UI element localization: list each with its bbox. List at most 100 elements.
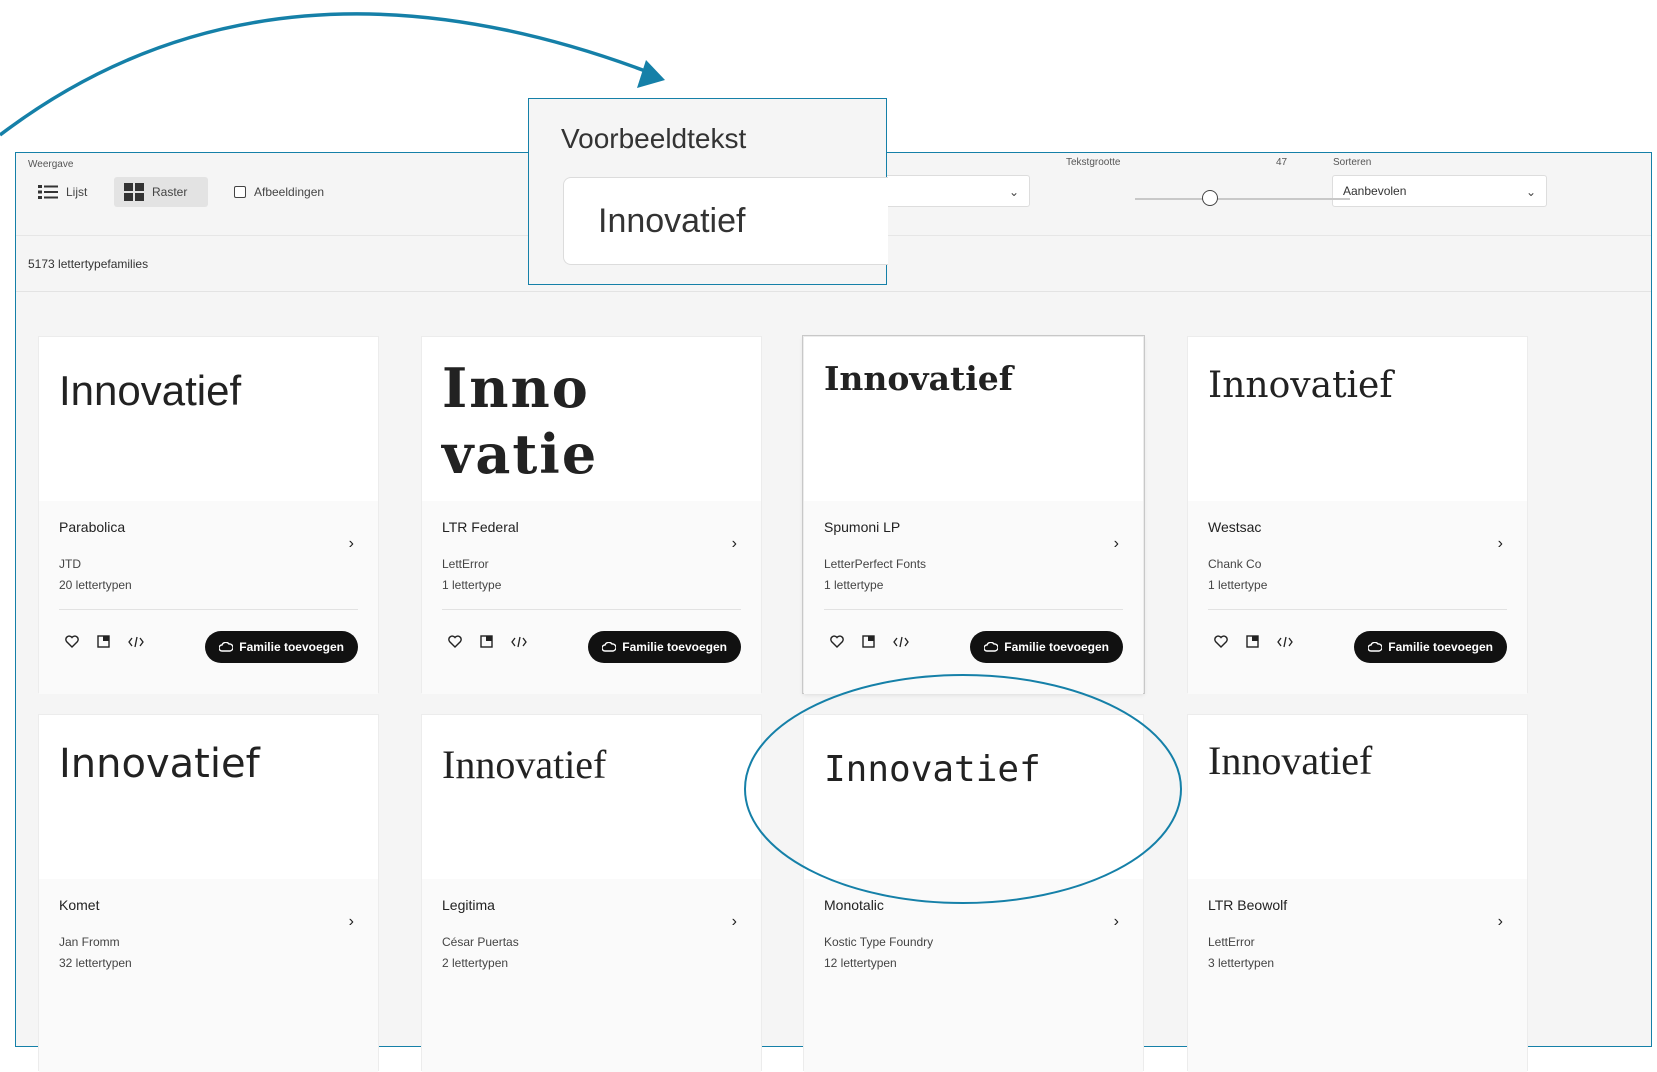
chevron-right-icon[interactable]: ›	[1114, 535, 1119, 553]
font-preview: Innovatief	[804, 337, 1143, 501]
code-icon[interactable]	[893, 636, 909, 648]
images-toggle[interactable]: Afbeeldingen	[224, 177, 334, 207]
font-preview: Innovatief	[1188, 715, 1527, 879]
grid-icon	[124, 183, 144, 201]
creative-cloud-icon	[602, 642, 617, 652]
sample-text-label: Voorbeeldtekst	[561, 123, 747, 154]
card-actions	[1214, 635, 1293, 648]
copy-icon[interactable]	[480, 635, 493, 648]
grid-view-label: Raster	[152, 185, 188, 199]
add-family-button[interactable]: Familie toevoegen	[205, 631, 358, 663]
chevron-right-icon[interactable]: ›	[1498, 913, 1503, 931]
font-name: Monotalic	[824, 897, 884, 913]
font-info: Komet › Jan Fromm 32 lettertypen	[39, 879, 378, 1072]
images-checkbox[interactable]	[234, 186, 246, 198]
card-actions	[448, 635, 527, 648]
divider	[59, 609, 358, 610]
font-card-spumoni-lp[interactable]: Innovatief Spumoni LP › LetterPerfect Fo…	[803, 336, 1144, 694]
font-name: Parabolica	[59, 519, 126, 535]
chevron-right-icon[interactable]: ›	[1114, 913, 1119, 931]
chevron-down-icon: ⌄	[1008, 185, 1019, 199]
font-card-westsac[interactable]: Innovatief Westsac › Chank Co 1 letterty…	[1187, 336, 1528, 694]
sort-label: Sorteren	[1333, 157, 1372, 168]
divider	[442, 609, 741, 610]
font-count: 1 lettertype	[824, 578, 884, 592]
font-info: Spumoni LP › LetterPerfect Fonts 1 lette…	[804, 501, 1143, 694]
chevron-right-icon[interactable]: ›	[732, 913, 737, 931]
list-view-button[interactable]: Lijst	[28, 177, 97, 207]
grid-view-button[interactable]: Raster	[114, 177, 208, 207]
font-card-parabolica[interactable]: Innovatief Parabolica › JTD 20 lettertyp…	[38, 336, 379, 694]
foundry-name: LettError	[1208, 935, 1255, 949]
sample-text-input[interactable]: Innovatief	[563, 177, 888, 265]
chevron-right-icon[interactable]: ›	[349, 535, 354, 553]
sort-value: Aanbevolen	[1343, 184, 1407, 198]
creative-cloud-icon	[984, 642, 999, 652]
font-name: Westsac	[1208, 519, 1262, 535]
text-size-slider[interactable]	[1135, 198, 1350, 200]
sample-text-zoom-callout: Voorbeeldtekst Innovatief	[528, 98, 888, 285]
font-preview: Inno vatie	[422, 337, 761, 501]
sample-text-line2: vatie	[442, 422, 599, 486]
add-family-button[interactable]: Familie toevoegen	[970, 631, 1123, 663]
font-card-legitima[interactable]: Innovatief Legitima › César Puertas 2 le…	[421, 714, 762, 1072]
font-card-komet[interactable]: Innovatief Komet › Jan Fromm 32 letterty…	[38, 714, 379, 1072]
chevron-right-icon[interactable]: ›	[732, 535, 737, 553]
add-family-label: Familie toevoegen	[1388, 640, 1493, 654]
view-label: Weergave	[28, 159, 74, 170]
foundry-name: Jan Fromm	[59, 935, 120, 949]
font-info: LTR Beowolf › LettError 3 lettertypen	[1188, 879, 1527, 1072]
copy-icon[interactable]	[862, 635, 875, 648]
font-count: 1 lettertype	[442, 578, 502, 592]
font-count: 20 lettertypen	[59, 578, 132, 592]
font-preview: Innovatief	[39, 715, 378, 879]
font-count: 2 lettertypen	[442, 956, 509, 970]
text-size-slider-thumb[interactable]	[1202, 190, 1218, 206]
sample-text-select[interactable]: ⌄	[878, 175, 1030, 207]
foundry-name: César Puertas	[442, 935, 519, 949]
font-info: Monotalic › Kostic Type Foundry 12 lette…	[804, 879, 1143, 1072]
font-card-ltr-beowolf[interactable]: Innovatief LTR Beowolf › LettError 3 let…	[1187, 714, 1528, 1072]
sample-text: Innovatief	[824, 359, 1013, 398]
chevron-right-icon[interactable]: ›	[349, 913, 354, 931]
font-card-monotalic[interactable]: Innovatief Monotalic › Kostic Type Found…	[803, 714, 1144, 1072]
font-name: LTR Beowolf	[1208, 897, 1288, 913]
add-family-button[interactable]: Familie toevoegen	[588, 631, 741, 663]
heart-icon[interactable]	[448, 635, 462, 648]
font-preview: Innovatief	[422, 715, 761, 879]
sample-text-value: Innovatief	[598, 201, 746, 240]
font-preview: Innovatief	[39, 337, 378, 501]
creative-cloud-icon	[219, 642, 234, 652]
code-icon[interactable]	[128, 636, 144, 648]
code-icon[interactable]	[1277, 636, 1293, 648]
sample-text: Innovatief	[59, 741, 260, 787]
heart-icon[interactable]	[65, 635, 79, 648]
divider	[1208, 609, 1507, 610]
copy-icon[interactable]	[97, 635, 110, 648]
font-card-ltr-federal[interactable]: Inno vatie LTR Federal › LettError 1 let…	[421, 336, 762, 694]
add-family-label: Familie toevoegen	[622, 640, 727, 654]
foundry-name: Chank Co	[1208, 557, 1262, 571]
font-count: 1 lettertype	[1208, 578, 1268, 592]
font-info: Parabolica › JTD 20 lettertypen Familie …	[39, 501, 378, 694]
chevron-right-icon[interactable]: ›	[1498, 535, 1503, 553]
sample-text: Innovatief	[1208, 738, 1373, 783]
heart-icon[interactable]	[830, 635, 844, 648]
font-name: LTR Federal	[442, 519, 519, 535]
heart-icon[interactable]	[1214, 635, 1228, 648]
font-info: Westsac › Chank Co 1 lettertype Familie …	[1188, 501, 1527, 694]
card-actions	[65, 635, 144, 648]
font-count: 12 lettertypen	[824, 956, 897, 970]
add-family-button[interactable]: Familie toevoegen	[1354, 631, 1507, 663]
images-label: Afbeeldingen	[254, 185, 325, 199]
list-icon	[38, 185, 58, 199]
add-family-label: Familie toevoegen	[1004, 640, 1109, 654]
sort-select[interactable]: Aanbevolen ⌄	[1332, 175, 1547, 207]
card-actions	[830, 635, 909, 648]
foundry-name: LetterPerfect Fonts	[824, 557, 927, 571]
add-family-label: Familie toevoegen	[239, 640, 344, 654]
sample-text: Innovatief	[824, 749, 1041, 790]
code-icon[interactable]	[511, 636, 527, 648]
copy-icon[interactable]	[1246, 635, 1259, 648]
list-view-label: Lijst	[66, 185, 88, 199]
